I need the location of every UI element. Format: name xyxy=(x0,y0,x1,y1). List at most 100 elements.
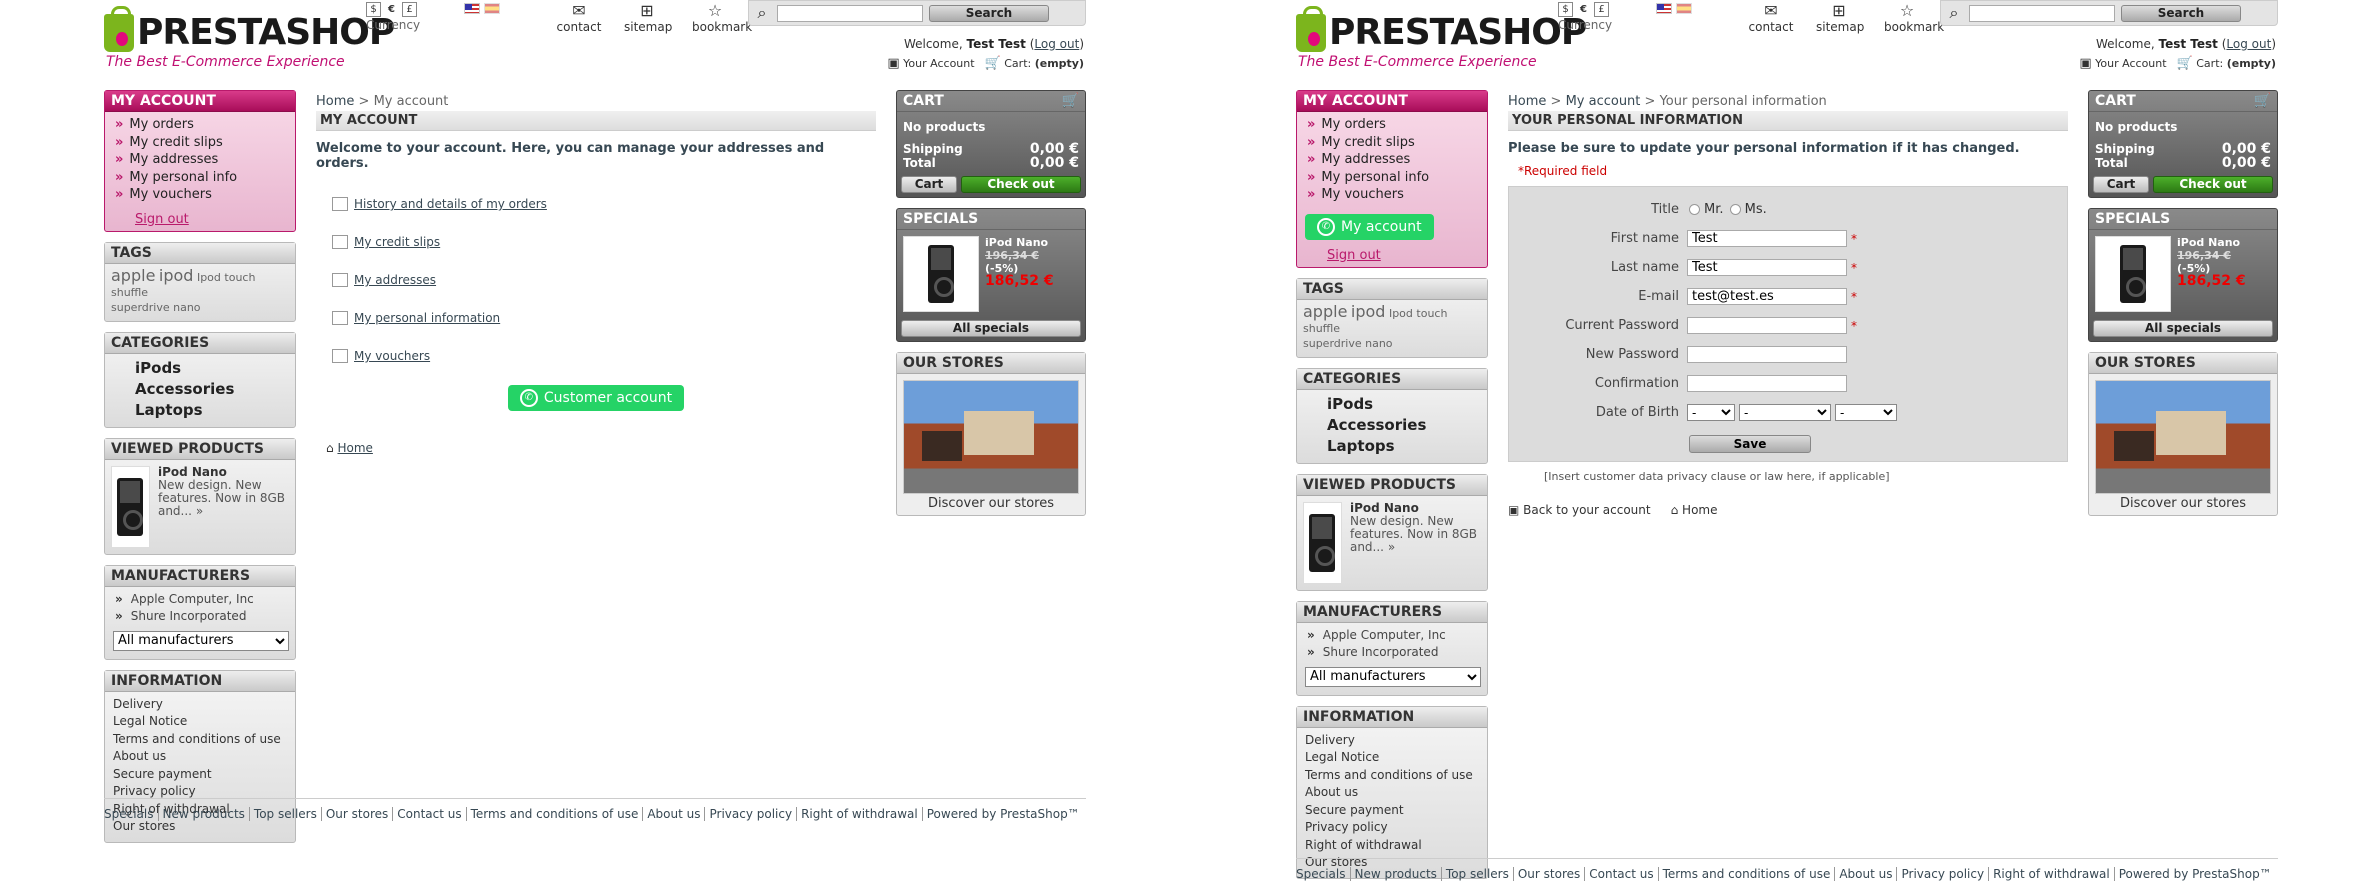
tag-link[interactable]: superdrive xyxy=(1303,337,1362,350)
category-item[interactable]: Accessories xyxy=(135,379,295,400)
product-thumbnail[interactable] xyxy=(111,465,150,548)
footer-link[interactable]: Our stores xyxy=(321,807,394,821)
more-icon[interactable]: » xyxy=(196,504,203,518)
category-item[interactable]: Laptops xyxy=(1327,436,1487,457)
search-input[interactable] xyxy=(1969,4,2115,22)
last-name-field[interactable] xyxy=(1687,259,1847,276)
stores-title[interactable]: OUR STORES xyxy=(897,353,1085,374)
manufacturer-select[interactable]: All manufacturers xyxy=(113,630,289,651)
account-link-label[interactable]: My addresses xyxy=(354,261,436,299)
special-name[interactable]: iPod Nano xyxy=(985,236,1048,249)
home-label[interactable]: Home xyxy=(337,441,372,455)
myaccount-item-vouchers[interactable]: My vouchers xyxy=(1307,186,1487,204)
stores-title[interactable]: OUR STORES xyxy=(2089,353,2277,374)
viewed-product-name[interactable]: iPod Nano xyxy=(1350,501,1419,515)
currency-euro[interactable]: € xyxy=(1576,2,1591,17)
cart-button[interactable]: Cart xyxy=(2093,176,2149,193)
info-item[interactable]: Secure payment xyxy=(1305,802,1479,820)
sitemap-link[interactable]: ⊞ sitemap xyxy=(1816,2,1864,35)
first-name-field[interactable] xyxy=(1687,230,1847,247)
tag-link[interactable]: touch xyxy=(224,271,255,284)
bookmark-link[interactable]: ☆ bookmark xyxy=(1884,2,1944,35)
tag-link[interactable]: shuffle xyxy=(1303,322,1340,335)
dob-month-select[interactable]: - xyxy=(1739,404,1831,421)
breadcrumb-home[interactable]: Home xyxy=(316,94,354,109)
tag-link[interactable]: superdrive xyxy=(111,301,170,314)
account-link-label[interactable]: My vouchers xyxy=(354,337,430,375)
sign-out-link[interactable]: Sign out xyxy=(105,210,295,231)
footer-link[interactable]: Powered by PrestaShop™ xyxy=(923,807,1084,821)
footer-link[interactable]: Contact us xyxy=(393,807,467,821)
save-button[interactable]: Save xyxy=(1689,435,1811,453)
logout-link[interactable]: Log out xyxy=(1034,37,1079,51)
your-account-link[interactable]: ▣ Your Account xyxy=(887,56,974,71)
currency-pound[interactable]: £ xyxy=(1594,2,1609,17)
dob-year-select[interactable]: - xyxy=(1835,404,1897,421)
footer-link[interactable]: Top sellers xyxy=(249,807,322,821)
currency-pound[interactable]: £ xyxy=(402,2,417,17)
footer-link[interactable]: Our stores xyxy=(1513,867,1586,881)
tag-link[interactable]: ipod xyxy=(1351,302,1386,321)
prestashop-logo[interactable]: PRESTASHOP The Best E-Commerce Experienc… xyxy=(1296,6,1587,70)
account-link-credit-slips[interactable]: My credit slips xyxy=(332,223,876,261)
category-item[interactable]: iPods xyxy=(135,358,295,379)
tag-link[interactable]: nano xyxy=(1365,337,1392,350)
info-item[interactable]: About us xyxy=(1305,784,1479,802)
info-item[interactable]: Legal Notice xyxy=(1305,749,1479,767)
current-password-field[interactable] xyxy=(1687,317,1847,334)
info-item[interactable]: About us xyxy=(113,748,287,766)
footer-link[interactable]: Terms and conditions of use xyxy=(466,807,644,821)
info-item[interactable]: Right of withdrawal xyxy=(1305,837,1479,855)
myaccount-item-credit-slips[interactable]: My credit slips xyxy=(115,134,295,152)
manufacturer-select[interactable]: All manufacturers xyxy=(1305,666,1481,687)
confirmation-field[interactable] xyxy=(1687,375,1847,392)
footer-link[interactable]: About us xyxy=(1835,867,1898,881)
breadcrumb-home[interactable]: Home xyxy=(1508,94,1546,109)
sitemap-link[interactable]: ⊞ sitemap xyxy=(624,2,672,35)
currency-euro[interactable]: € xyxy=(384,2,399,17)
footer-link[interactable]: Right of withdrawal xyxy=(797,807,923,821)
info-item[interactable]: Terms and conditions of use xyxy=(113,731,287,749)
stores-link[interactable]: Discover our stores xyxy=(2089,496,2277,515)
ms-radio[interactable] xyxy=(1729,204,1741,215)
dob-day-select[interactable]: - xyxy=(1687,404,1735,421)
footer-link[interactable]: Specials xyxy=(1296,867,1351,881)
myaccount-item-personal-info[interactable]: My personal info xyxy=(115,169,295,187)
category-item[interactable]: Laptops xyxy=(135,400,295,421)
search-button[interactable]: Search xyxy=(2121,4,2241,22)
info-item[interactable]: Terms and conditions of use xyxy=(1305,767,1479,785)
contact-link[interactable]: ✉ contact xyxy=(556,2,602,35)
logout-link[interactable]: Log out xyxy=(2226,37,2271,51)
contact-link[interactable]: ✉ contact xyxy=(1748,2,1794,35)
special-thumbnail[interactable] xyxy=(2095,236,2171,312)
search-button[interactable]: Search xyxy=(929,4,1049,22)
all-specials-button[interactable]: All specials xyxy=(2093,320,2273,337)
special-name[interactable]: iPod Nano xyxy=(2177,236,2240,249)
email-field[interactable] xyxy=(1687,288,1847,305)
account-link-label[interactable]: History and details of my orders xyxy=(354,185,547,223)
viewed-product-name[interactable]: iPod Nano xyxy=(158,465,227,479)
account-link-history[interactable]: History and details of my orders xyxy=(332,185,876,223)
tag-link[interactable]: nano xyxy=(173,301,200,314)
footer-link[interactable]: New products xyxy=(158,807,250,821)
info-item[interactable]: Legal Notice xyxy=(113,713,287,731)
footer-link[interactable]: New products xyxy=(1350,867,1442,881)
specials-title[interactable]: SPECIALS xyxy=(897,209,1085,230)
footer-link[interactable]: Contact us xyxy=(1585,867,1659,881)
manufacturer-item[interactable]: Apple Computer, Inc xyxy=(115,591,289,608)
myaccount-item-addresses[interactable]: My addresses xyxy=(115,151,295,169)
account-link-personal-info[interactable]: My personal information xyxy=(332,299,876,337)
info-item[interactable]: Privacy policy xyxy=(1305,819,1479,837)
info-item[interactable]: Delivery xyxy=(1305,732,1479,750)
info-item[interactable]: Delivery xyxy=(113,696,287,714)
myaccount-item-addresses[interactable]: My addresses xyxy=(1307,151,1487,169)
tag-link[interactable]: Ipod xyxy=(197,271,221,284)
footer-link[interactable]: About us xyxy=(643,807,706,821)
cart-link[interactable]: 🛒 Cart: (empty) xyxy=(2177,56,2276,71)
flag-es-icon[interactable] xyxy=(1676,3,1692,14)
flag-en-icon[interactable] xyxy=(464,3,480,14)
account-link-label[interactable]: My credit slips xyxy=(354,223,440,261)
product-thumbnail[interactable] xyxy=(1303,501,1342,584)
myaccount-item-personal-info[interactable]: My personal info xyxy=(1307,169,1487,187)
tag-link[interactable]: shuffle xyxy=(111,286,148,299)
